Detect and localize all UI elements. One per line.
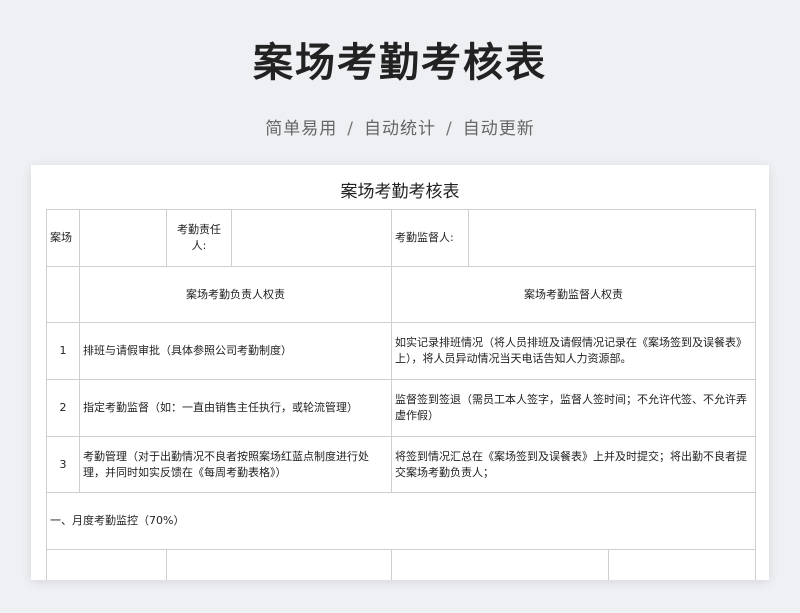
site-label-cell: 案场 (46, 209, 80, 267)
blank-cell (166, 549, 392, 580)
row-number: 2 (46, 379, 80, 437)
table-row: 2 指定考勤监督（如：一直由销售主任执行，或轮流管理） 监督签到签退（需员工本人… (46, 379, 756, 437)
supervisor-rights-header: 案场考勤监督人权责 (391, 266, 756, 323)
supervisor-duty-cell: 如实记录排班情况（将人员排班及请假情况记录在《案场签到及误餐表》上），将人员异动… (391, 322, 756, 380)
attendance-table: 案场 考勤责任人: 考勤监督人: 案场考勤负责人权责 案场考勤监督人权责 1 排… (46, 209, 756, 580)
attendance-owner-label-cell: 考勤责任人: (166, 209, 232, 267)
supervisor-duty-cell: 监督签到签退（需员工本人签字，监督人签时间；不允许代签、不允许弄虚作假） (391, 379, 756, 437)
subtitle-item-auto-stats: 自动统计 (364, 119, 436, 139)
row-number: 3 (46, 436, 80, 493)
subtitle-item-easy: 简单易用 (265, 119, 338, 139)
owner-duty-cell: 指定考勤监督（如：一直由销售主任执行，或轮流管理） (79, 379, 392, 437)
table-row: 1 排班与请假审批（具体参照公司考勤制度） 如实记录排班情况（将人员排班及请假情… (46, 322, 756, 380)
blank-cell (608, 549, 756, 580)
row-number: 1 (46, 322, 80, 380)
owner-duty-cell: 排班与请假审批（具体参照公司考勤制度） (79, 322, 392, 380)
blank-cell (46, 549, 167, 580)
blank-cell (46, 266, 80, 323)
hero-subtitle: 简单易用 / 自动统计 / 自动更新 (0, 114, 800, 139)
section-title-cell: 一、月度考勤监控（70%） (46, 492, 756, 550)
table-row: 案场 考勤责任人: 考勤监督人: (46, 209, 756, 267)
subtitle-separator: / (347, 119, 354, 139)
supervisor-duty-cell: 将签到情况汇总在《案场签到及误餐表》上并及时提交；将出勤不良者提交案场考勤负责人… (391, 436, 756, 493)
attendance-owner-value-cell[interactable] (231, 209, 392, 267)
attendance-supervisor-value-cell[interactable] (468, 209, 756, 267)
site-value-cell[interactable] (79, 209, 167, 267)
table-row: 3 考勤管理（对于出勤情况不良者按照案场红蓝点制度进行处理，并同时如实反馈在《每… (46, 436, 756, 493)
blank-cell (391, 549, 609, 580)
owner-duty-cell: 考勤管理（对于出勤情况不良者按照案场红蓝点制度进行处理，并同时如实反馈在《每周考… (79, 436, 392, 493)
attendance-supervisor-label-cell: 考勤监督人: (391, 209, 469, 267)
sheet-title: 案场考勤考核表 (340, 182, 460, 202)
table-row (46, 549, 756, 580)
subtitle-separator: / (446, 119, 453, 139)
owner-rights-header: 案场考勤负责人权责 (79, 266, 392, 323)
subtitle-item-auto-update: 自动更新 (462, 119, 535, 139)
table-row: 案场考勤负责人权责 案场考勤监督人权责 (46, 266, 756, 323)
spreadsheet-preview: 案场考勤考核表 案场 考勤责任人: 考勤监督人: 案场考勤负责人权责 案场考勤监… (31, 165, 769, 580)
table-row: 一、月度考勤监控（70%） (46, 492, 756, 550)
hero-title: 案场考勤考核表 (253, 40, 547, 86)
